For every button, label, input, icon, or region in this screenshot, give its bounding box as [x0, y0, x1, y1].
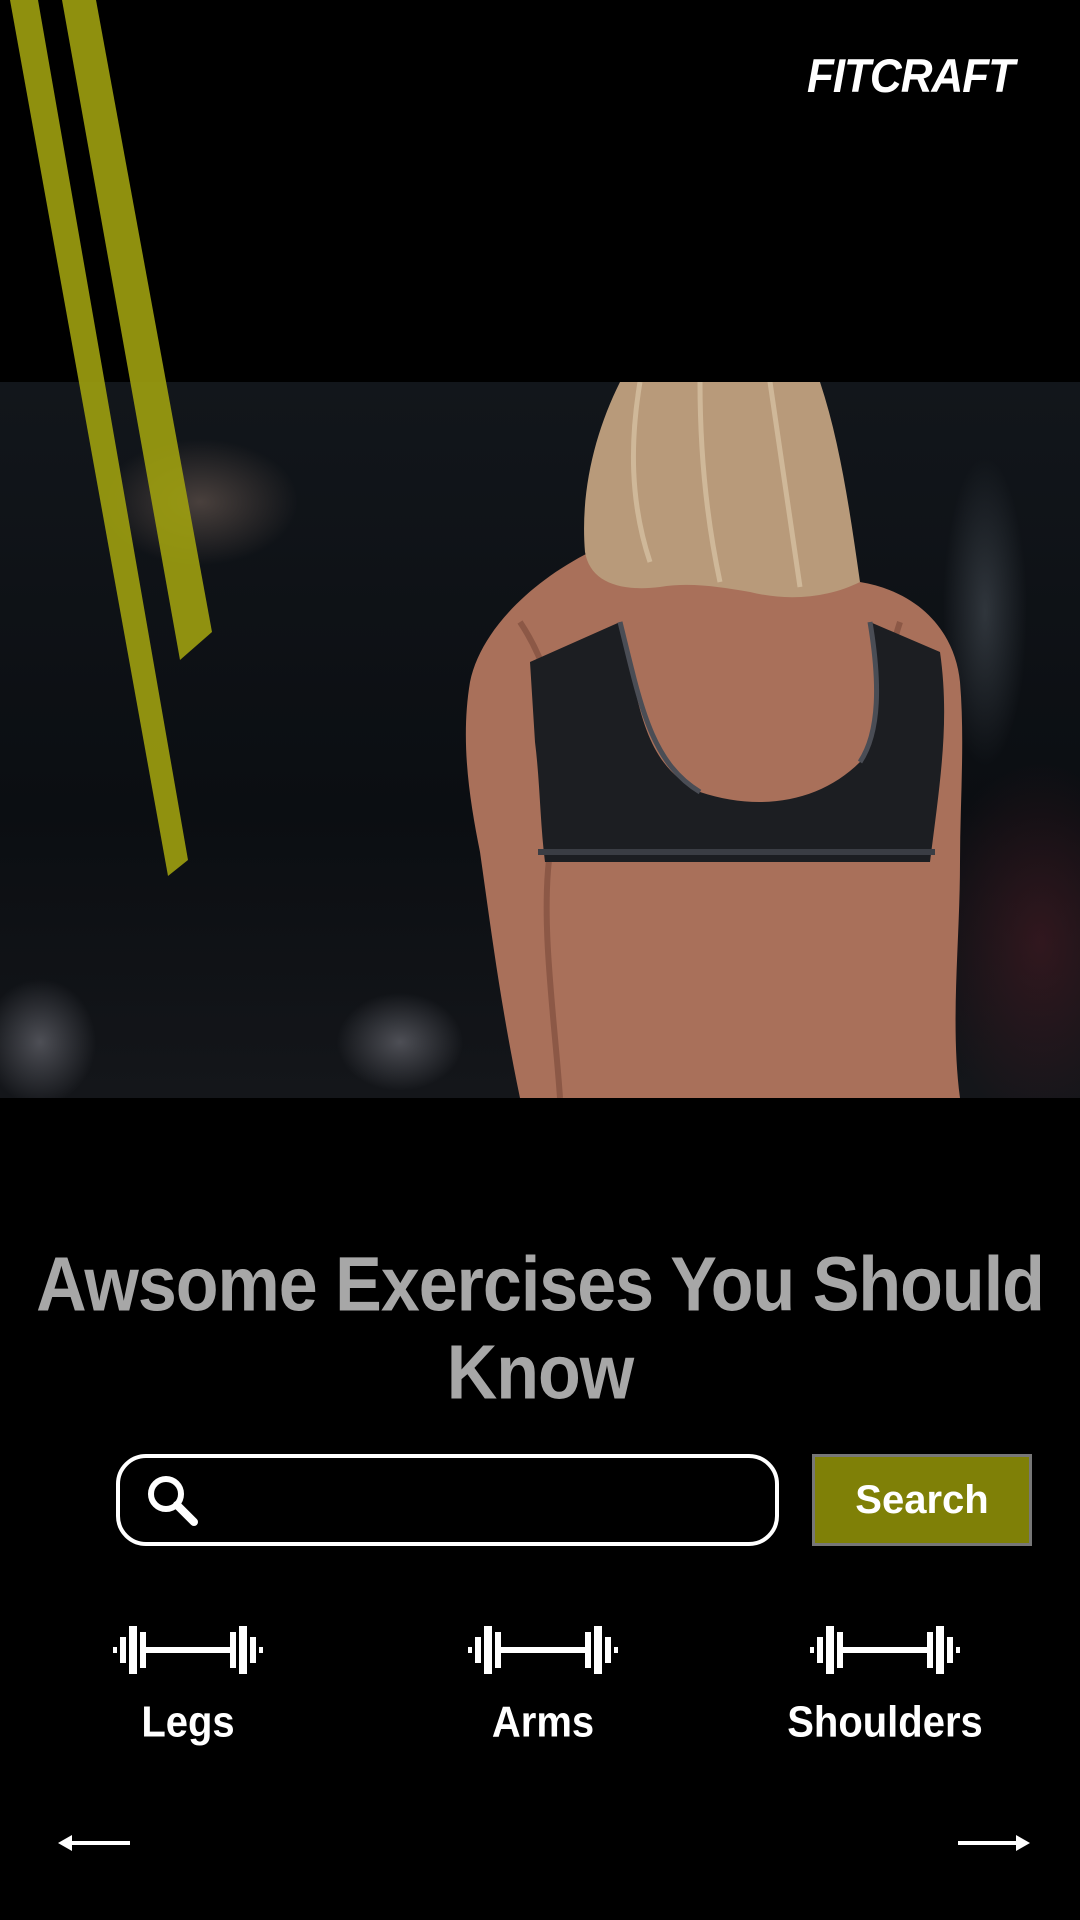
search-input[interactable] [200, 1458, 775, 1542]
brand-logo: FITCRAFT [806, 50, 1015, 103]
barbell-icon [113, 1626, 263, 1674]
search-icon [148, 1476, 198, 1526]
category-label: Arms [491, 1697, 595, 1747]
barbell-icon [810, 1626, 960, 1674]
category-arms[interactable]: Arms [443, 1620, 643, 1747]
category-legs[interactable]: Legs [88, 1620, 288, 1747]
search-button[interactable]: Search [812, 1454, 1032, 1546]
accent-stripes [10, 0, 212, 876]
arrow-right-icon[interactable] [956, 1825, 1032, 1861]
arrow-left-icon[interactable] [56, 1825, 132, 1861]
page-headline: Awsome Exercises You Should Know [36, 1241, 1045, 1415]
category-list: Legs Arms Shoulders [0, 1620, 1080, 1770]
category-shoulders[interactable]: Shoulders [785, 1620, 985, 1747]
category-label: Shoulders [787, 1697, 983, 1747]
category-label: Legs [141, 1697, 235, 1747]
search-field[interactable] [116, 1454, 779, 1546]
barbell-icon [468, 1626, 618, 1674]
